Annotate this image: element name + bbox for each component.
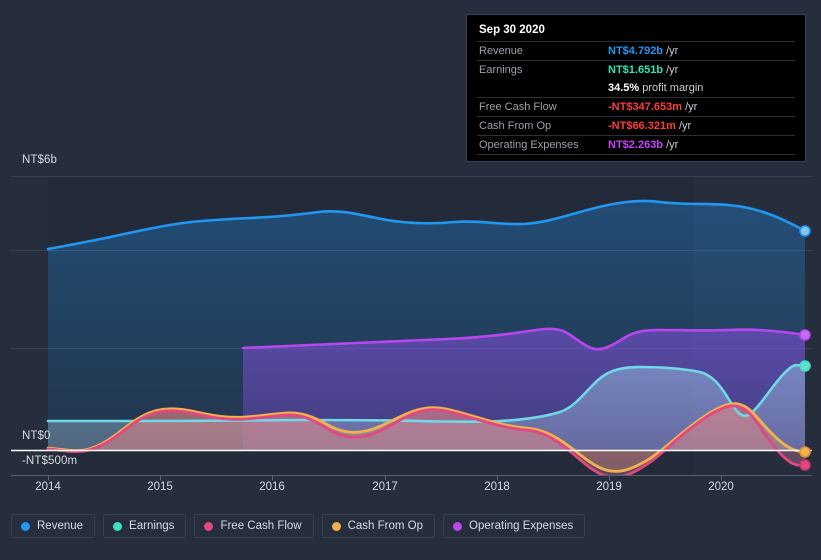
tooltip-row-free-cash-flow: Free Cash Flow -NT$347.653m /yr bbox=[477, 97, 795, 117]
tooltip-value-revenue: NT$4.792b /yr bbox=[606, 41, 795, 61]
legend-item-free-cash-flow[interactable]: Free Cash Flow bbox=[194, 514, 314, 538]
tooltip-table: Revenue NT$4.792b /yr Earnings NT$1.651b… bbox=[477, 41, 795, 155]
legend-item-earnings[interactable]: Earnings bbox=[103, 514, 187, 538]
plot-inactive-left bbox=[11, 176, 48, 475]
tooltip-row-revenue: Revenue NT$4.792b /yr bbox=[477, 41, 795, 61]
x-axis-label-2015: 2015 bbox=[147, 481, 173, 493]
tooltip-value-profit-margin: 34.5% profit margin bbox=[606, 79, 795, 98]
endpoint-cash-from-op bbox=[799, 446, 811, 458]
legend-item-revenue[interactable]: Revenue bbox=[11, 514, 96, 538]
tooltip-unit-free-cash-flow: /yr bbox=[685, 101, 698, 113]
legend-label-free-cash-flow: Free Cash Flow bbox=[220, 520, 302, 532]
tooltip-date: Sep 30 2020 bbox=[479, 24, 545, 36]
legend-label-cash-from-op: Cash From Op bbox=[347, 520, 424, 532]
legend-dot-operating-expenses bbox=[453, 521, 463, 531]
tooltip-amount-profit-margin: 34.5% bbox=[608, 82, 640, 94]
legend-label-operating-expenses: Operating Expenses bbox=[469, 520, 574, 532]
tooltip-amount-operating-expenses: NT$2.263b bbox=[608, 139, 664, 151]
tooltip-key-profit-margin bbox=[477, 79, 606, 98]
endpoint-operating-expenses bbox=[799, 329, 811, 341]
legend-item-cash-from-op[interactable]: Cash From Op bbox=[321, 514, 436, 538]
tooltip-value-earnings: NT$1.651b /yr bbox=[606, 60, 795, 79]
x-axis-label-2019: 2019 bbox=[596, 481, 622, 493]
x-axis-label-2017: 2017 bbox=[372, 481, 398, 493]
endpoint-revenue bbox=[799, 225, 811, 237]
tooltip-value-free-cash-flow: -NT$347.653m /yr bbox=[606, 97, 795, 117]
chart-tooltip: Sep 30 2020 Revenue NT$4.792b /yr Earnin… bbox=[466, 14, 806, 162]
tooltip-value-operating-expenses: NT$2.263b /yr bbox=[606, 135, 795, 155]
tooltip-amount-cash-from-op: -NT$66.321m bbox=[608, 120, 676, 132]
tooltip-unit-operating-expenses: /yr bbox=[666, 139, 679, 151]
x-axis-label-2016: 2016 bbox=[259, 481, 285, 493]
tooltip-amount-revenue: NT$4.792b bbox=[608, 45, 664, 57]
legend-label-earnings: Earnings bbox=[129, 520, 175, 532]
tooltip-key-operating-expenses: Operating Expenses bbox=[477, 135, 606, 155]
tooltip-amount-free-cash-flow: -NT$347.653m bbox=[608, 101, 682, 113]
legend-label-revenue: Revenue bbox=[37, 520, 84, 532]
tooltip-unit-profit-margin: profit margin bbox=[642, 82, 704, 94]
legend-dot-cash-from-op bbox=[331, 521, 341, 531]
x-axis-label-2020: 2020 bbox=[708, 481, 734, 493]
tooltip-row-earnings: Earnings NT$1.651b /yr bbox=[477, 60, 795, 79]
x-axis-label-2014: 2014 bbox=[35, 481, 61, 493]
x-axis-label-2018: 2018 bbox=[484, 481, 510, 493]
chart-legend: Revenue Earnings Free Cash Flow Cash Fro… bbox=[11, 514, 586, 538]
tooltip-unit-cash-from-op: /yr bbox=[678, 120, 692, 132]
tooltip-key-cash-from-op: Cash From Op bbox=[477, 116, 606, 136]
tooltip-row-operating-expenses: Operating Expenses NT$2.263b /yr bbox=[477, 135, 795, 155]
tooltip-row-profit-margin: 34.5% profit margin bbox=[477, 79, 795, 98]
tooltip-key-revenue: Revenue bbox=[477, 41, 606, 61]
legend-dot-revenue bbox=[21, 521, 30, 531]
x-axis-ticks bbox=[48, 475, 722, 481]
tooltip-value-cash-from-op: -NT$66.321m /yr bbox=[606, 116, 795, 136]
tooltip-amount-earnings: NT$1.651b bbox=[608, 64, 664, 76]
legend-dot-earnings bbox=[113, 521, 123, 531]
endpoint-earnings bbox=[799, 360, 811, 372]
endpoint-free-cash-flow bbox=[799, 459, 811, 471]
tooltip-unit-revenue: /yr bbox=[666, 45, 679, 57]
tooltip-key-earnings: Earnings bbox=[477, 60, 606, 79]
legend-item-operating-expenses[interactable]: Operating Expenses bbox=[443, 514, 586, 538]
tooltip-row-cash-from-op: Cash From Op -NT$66.321m /yr bbox=[477, 116, 795, 136]
legend-dot-free-cash-flow bbox=[204, 521, 214, 531]
tooltip-unit-earnings: /yr bbox=[666, 64, 679, 76]
tooltip-key-free-cash-flow: Free Cash Flow bbox=[477, 97, 606, 117]
chart-page: NT$6b NT$0 -NT$500m 2014 2015 2016 2017 … bbox=[0, 0, 821, 560]
